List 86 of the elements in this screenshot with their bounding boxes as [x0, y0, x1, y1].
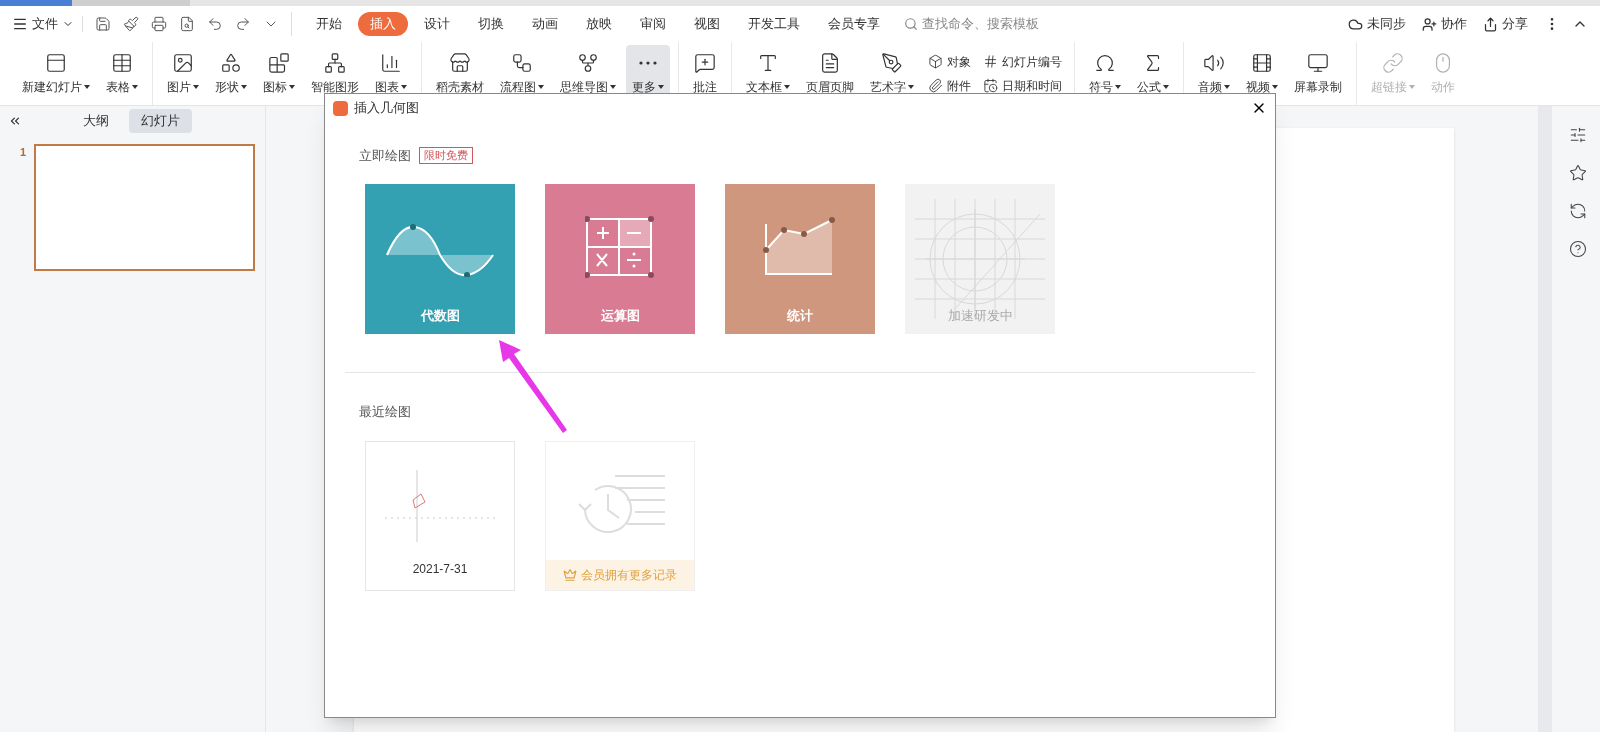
save-icon[interactable]	[95, 16, 111, 32]
line-chart-icon	[762, 215, 838, 278]
settings-icon[interactable]	[1569, 126, 1587, 144]
menu-icon	[12, 16, 28, 32]
redo-icon[interactable]	[235, 16, 251, 32]
shapes-icon	[220, 51, 242, 74]
ribbon-button[interactable]: 屏幕录制	[1288, 44, 1348, 103]
cloud-icon	[1348, 16, 1363, 32]
file-menu[interactable]: 文件	[12, 14, 82, 34]
menu-tab[interactable]: 审阅	[628, 12, 678, 36]
undo-icon[interactable]	[207, 16, 223, 32]
menu-tab[interactable]: 会员专享	[816, 12, 892, 36]
panel-tab[interactable]: 大纲	[71, 109, 121, 133]
preview-icon[interactable]	[179, 16, 195, 32]
image-icon	[172, 51, 194, 74]
ribbon-button[interactable]: 流程图	[494, 44, 550, 103]
video-icon	[1251, 51, 1273, 74]
table-icon	[111, 51, 133, 74]
ribbon-button[interactable]: 稻壳素材	[430, 44, 490, 103]
ribbon-button[interactable]: 对象	[928, 52, 971, 71]
ribbon-button[interactable]: 表格	[100, 44, 144, 103]
ribbon-button[interactable]: 符号	[1083, 44, 1127, 103]
ribbon-button[interactable]: 视频	[1240, 44, 1284, 103]
ribbon-button[interactable]: 批注	[687, 44, 723, 103]
share-icon	[1483, 16, 1498, 32]
ribbon-button[interactable]: 页眉页脚	[800, 44, 860, 103]
free-badge: 限时免费	[419, 147, 473, 165]
ribbon-button[interactable]: 思维导图	[554, 44, 622, 103]
ribbon-button[interactable]: 形状	[209, 44, 253, 103]
more-icon	[639, 60, 657, 65]
slide-number: 1	[20, 145, 27, 160]
cube-icon	[928, 54, 943, 69]
flowchart-icon	[511, 51, 533, 74]
menu-tab[interactable]: 开始	[304, 12, 354, 36]
ribbon-button[interactable]: 艺术字	[864, 44, 920, 103]
ribbon-button[interactable]: 音频	[1192, 44, 1236, 103]
search-icon	[904, 17, 918, 31]
brush-icon[interactable]	[123, 16, 139, 32]
toolbar-action[interactable]: 分享	[1483, 14, 1528, 34]
menu-tab[interactable]: 切换	[466, 12, 516, 36]
store-icon	[449, 51, 471, 74]
section-title: 最近绘图	[359, 403, 411, 419]
ribbon-button[interactable]: 公式	[1131, 44, 1175, 103]
toolbar-action[interactable]: 未同步	[1348, 14, 1406, 34]
ribbon-button[interactable]: 图片	[161, 44, 205, 103]
collapse-panel-icon[interactable]	[8, 114, 22, 128]
scrollbar[interactable]	[1538, 106, 1552, 732]
pen-icon	[881, 51, 903, 74]
hash-icon	[983, 54, 998, 69]
add-user-icon	[1422, 16, 1437, 32]
monitor-icon	[1307, 51, 1329, 74]
paperclip-icon	[928, 78, 943, 93]
ribbon-button[interactable]: 图标	[257, 44, 301, 103]
print-icon[interactable]	[151, 16, 167, 32]
toolbar-action[interactable]: 协作	[1422, 14, 1467, 34]
link-icon	[1382, 51, 1404, 74]
menu-tab[interactable]: 视图	[682, 12, 732, 36]
ribbon-button[interactable]: 文本框	[740, 44, 796, 103]
diagram-icon	[324, 51, 346, 74]
ribbon-button[interactable]: 幻灯片编号	[983, 52, 1062, 71]
dialog-title: 插入几何图	[354, 99, 420, 118]
slide-thumbnail[interactable]	[34, 144, 256, 271]
crown-icon	[563, 567, 577, 582]
new-slide-icon	[45, 51, 67, 74]
switch-icon[interactable]	[1569, 202, 1587, 220]
menu-tab[interactable]: 动画	[520, 12, 570, 36]
panel-tab[interactable]: 幻灯片	[129, 109, 192, 133]
menu-tab[interactable]: 设计	[412, 12, 462, 36]
help-icon[interactable]	[1569, 240, 1587, 258]
calculator-icon	[585, 215, 655, 278]
icons-icon	[268, 51, 290, 74]
menu-tab[interactable]: 开发工具	[736, 12, 812, 36]
search-field[interactable]: 查找命令、搜索模板	[904, 14, 1062, 34]
recent-drawing-card[interactable]: 2021-7-31	[365, 440, 515, 591]
star-icon[interactable]	[1569, 164, 1587, 182]
section-title: 立即绘图	[359, 147, 411, 165]
menu-tab[interactable]: 放映	[574, 12, 624, 36]
calendar-icon	[983, 78, 998, 93]
ribbon-button[interactable]: 新建幻灯片	[16, 44, 96, 103]
document-icon	[819, 51, 841, 74]
ribbon-button[interactable]: 日期和时间	[983, 76, 1062, 95]
mind-map-icon	[577, 51, 599, 74]
app-logo-icon	[333, 100, 348, 116]
bar-chart-icon	[380, 51, 402, 74]
comment-icon	[694, 51, 716, 74]
ribbon-button[interactable]: 附件	[928, 76, 971, 95]
